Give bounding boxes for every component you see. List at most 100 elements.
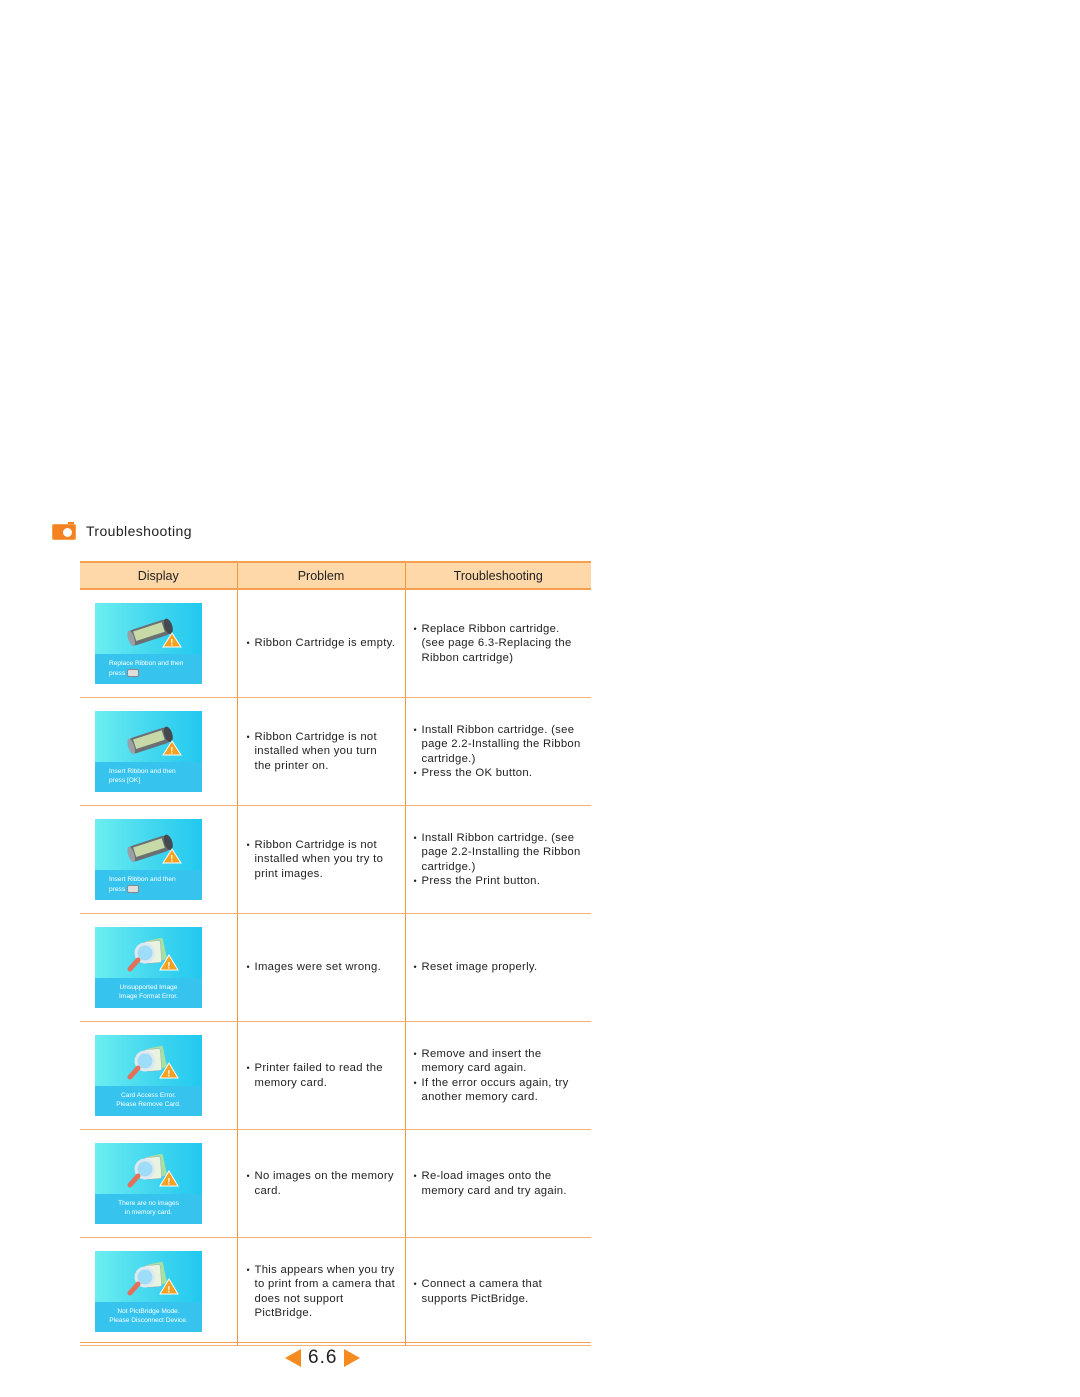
display-cell: ! Unsupported Image Image Format Error.	[80, 913, 237, 1022]
column-header-display: Display	[80, 561, 237, 590]
page-navigation: 6.6	[285, 1347, 361, 1369]
caption-line: Image Format Error.	[95, 993, 202, 1002]
caption-text: in memory card.	[124, 1208, 173, 1216]
troubleshooting-cell: Install Ribbon cartridge. (see page 2.2-…	[404, 697, 591, 806]
display-cell: ! Insert Ribbon and then press [OK]	[80, 697, 237, 806]
screen-caption: Card Access Error. Please Remove Card.	[95, 1086, 202, 1116]
caption-text: press [OK]	[109, 776, 141, 784]
screen-caption: Insert Ribbon and then press	[95, 870, 202, 900]
lcd-screen-preview: ! Unsupported Image Image Format Error.	[95, 927, 202, 1008]
caption-text: Card Access Error.	[121, 1092, 176, 1099]
troubleshooting-table: Display Problem Troubleshooting ! Replace…	[80, 561, 591, 1346]
bullet-item: No images on the memory card.	[247, 1169, 397, 1198]
screen-caption: Insert Ribbon and then press [OK]	[95, 762, 202, 792]
table-row: ! Insert Ribbon and thenpress [OK] Ribbon …	[80, 697, 591, 806]
caption-text: press	[109, 669, 126, 677]
svg-text:!: !	[170, 746, 173, 756]
screen-caption: Replace Ribbon and then press	[95, 654, 202, 684]
troubleshooting-cell: Replace Ribbon cartridge. (see page 6.3-…	[404, 589, 591, 698]
caption-line: Replace Ribbon and then	[109, 660, 202, 669]
screen-caption: Unsupported Image Image Format Error.	[95, 978, 202, 1008]
bullet-item: This appears when you try to print from …	[247, 1263, 397, 1321]
lcd-screen-preview: ! There are no images in memory card.	[95, 1143, 202, 1224]
troubleshooting-cell: Re-load images onto the memory card and …	[404, 1129, 591, 1238]
screen-caption: There are no images in memory card.	[95, 1194, 202, 1224]
bullet-item: Printer failed to read the memory card.	[247, 1061, 397, 1090]
display-cell: ! Card Access Error. Please Remove Card.	[80, 1021, 237, 1130]
lcd-screen-preview: ! Insert Ribbon and then press	[95, 819, 202, 900]
table-row: !Unsupported ImageImage Format Error.Ima…	[80, 913, 591, 1022]
caption-line: press	[109, 668, 202, 678]
svg-text:!: !	[170, 638, 173, 648]
bullet-item: Remove and insert the memory card again.	[414, 1047, 584, 1076]
section-header: Troubleshooting	[52, 522, 192, 540]
bullet-item: Re-load images onto the memory card and …	[414, 1169, 584, 1198]
caption-text: Not PictBridge Mode.	[117, 1308, 180, 1315]
table-row: ! There are no imagesin memory card. No im…	[80, 1129, 591, 1238]
bullet-item: Reset image properly.	[414, 960, 584, 975]
caption-text: Insert Ribbon and then	[109, 768, 176, 775]
page-number: 6.6	[308, 1347, 338, 1368]
caption-text: Please Remove Card.	[116, 1100, 181, 1108]
caption-line: Not PictBridge Mode.	[95, 1308, 202, 1317]
bullet-item: Ribbon Cartridge is not installed when y…	[247, 730, 397, 774]
display-cell: ! There are no images in memory card.	[80, 1129, 237, 1238]
printer-button-icon	[127, 668, 140, 677]
caption-text: Image Format Error.	[119, 992, 178, 1000]
caption-line: press [OK]	[109, 777, 202, 786]
arrow-right-icon[interactable]	[344, 1349, 361, 1367]
table-row: ! Replace Ribbon and then press Ribbon Cart…	[80, 589, 591, 698]
column-header-troubleshooting: Troubleshooting	[404, 561, 591, 590]
problem-cell: No images on the memory card.	[236, 1129, 405, 1238]
bullet-item: Images were set wrong.	[247, 960, 397, 975]
bottom-divider	[80, 1342, 591, 1343]
bullet-item: Connect a camera that supports PictBridg…	[414, 1277, 584, 1306]
table-row: ! Not PictBridge Mode. Please Disconnect D…	[80, 1237, 591, 1346]
caption-line: Please Disconnect Device.	[95, 1317, 202, 1326]
caption-line: Unsupported Image	[95, 984, 202, 993]
bullet-item: Press the Print button.	[414, 874, 584, 889]
caption-line: in memory card.	[95, 1209, 202, 1218]
problem-cell: Ribbon Cartridge is empty.	[236, 589, 405, 698]
printer-button-icon	[127, 884, 140, 893]
problem-cell: Printer failed to read the memory card.	[236, 1021, 405, 1130]
display-cell: ! Not PictBridge Mode. Please Disconnect D…	[80, 1237, 237, 1346]
caption-text: Unsupported Image	[119, 984, 178, 991]
caption-line: Insert Ribbon and then	[109, 768, 202, 777]
bullet-item: Install Ribbon cartridge. (see page 2.2-…	[414, 723, 584, 767]
lcd-screen-preview: ! Card Access Error. Please Remove Card.	[95, 1035, 202, 1116]
bullet-item: Press the OK button.	[414, 766, 584, 781]
caption-line: Card Access Error.	[95, 1092, 202, 1101]
troubleshooting-cell: Install Ribbon cartridge. (see page 2.2-…	[404, 805, 591, 914]
lcd-screen-preview: ! Not PictBridge Mode. Please Disconnect D…	[95, 1251, 202, 1332]
caption-text: Please Disconnect Device.	[109, 1316, 188, 1324]
bullet-item: Ribbon Cartridge is not installed when y…	[247, 838, 397, 882]
caption-text: Insert Ribbon and then	[109, 876, 176, 883]
caption-text: There are no images	[118, 1200, 179, 1207]
svg-text:!: !	[167, 1069, 170, 1079]
bullet-item: Replace Ribbon cartridge. (see page 6.3-…	[414, 622, 584, 666]
table-header-row: Display Problem Troubleshooting	[80, 561, 591, 590]
problem-cell: Ribbon Cartridge is not installed when y…	[236, 805, 405, 914]
column-header-problem: Problem	[236, 561, 405, 590]
table-row: ! Insert Ribbon and then press Ribbon Cartr…	[80, 805, 591, 914]
troubleshooting-cell: Reset image properly.	[404, 913, 591, 1022]
problem-cell: This appears when you try to print from …	[236, 1237, 405, 1346]
bullet-item: If the error occurs again, try another m…	[414, 1076, 584, 1105]
problem-cell: Images were set wrong.	[236, 913, 405, 1022]
caption-line: press	[109, 884, 202, 894]
svg-text:!: !	[167, 1177, 170, 1187]
svg-text:!: !	[170, 854, 173, 864]
arrow-left-icon[interactable]	[285, 1349, 301, 1367]
caption-line: There are no images	[95, 1200, 202, 1209]
display-cell: ! Insert Ribbon and then press	[80, 805, 237, 914]
screen-caption: Not PictBridge Mode. Please Disconnect De…	[95, 1302, 202, 1332]
display-cell: ! Replace Ribbon and then press	[80, 589, 237, 698]
section-title: Troubleshooting	[86, 523, 192, 539]
troubleshooting-cell: Connect a camera that supports PictBridg…	[404, 1237, 591, 1346]
caption-line: Please Remove Card.	[95, 1101, 202, 1110]
caption-text: press	[109, 885, 126, 893]
troubleshooting-cell: Remove and insert the memory card again.…	[404, 1021, 591, 1130]
table-row: ! Card Access Error.Please Remove Card. Pr…	[80, 1021, 591, 1130]
bullet-item: Ribbon Cartridge is empty.	[247, 636, 397, 651]
